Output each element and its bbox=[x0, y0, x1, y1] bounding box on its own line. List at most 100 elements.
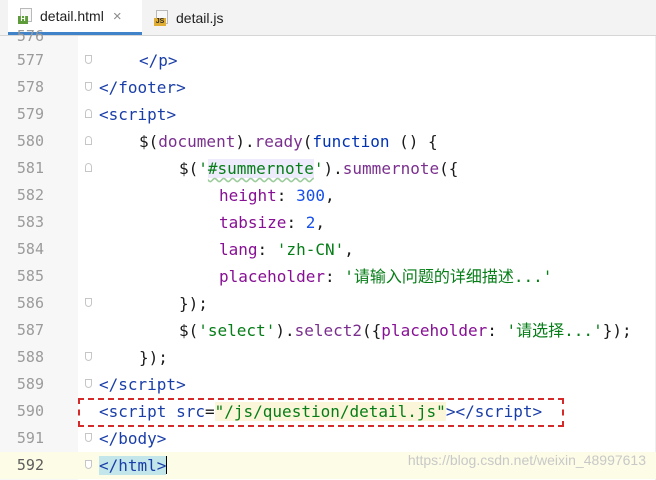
code-token: : bbox=[324, 267, 345, 286]
html-file-icon: H bbox=[18, 8, 34, 24]
code-token: "/js/question/detail.js" bbox=[214, 402, 446, 421]
line-number: 584 bbox=[16, 240, 44, 258]
code-token: placeholder bbox=[219, 267, 325, 286]
code-line[interactable]: 578 </footer> bbox=[0, 74, 656, 101]
fold-end-icon[interactable] bbox=[85, 352, 92, 361]
code-token: : bbox=[487, 321, 507, 340]
fold-start-icon[interactable] bbox=[85, 109, 92, 118]
tag-bracket: > bbox=[156, 456, 167, 475]
code-token: : bbox=[257, 240, 277, 259]
text-cursor bbox=[166, 456, 168, 474]
code-token: : bbox=[276, 186, 297, 205]
tag-bracket: </ bbox=[139, 51, 159, 70]
fold-end-icon[interactable] bbox=[85, 379, 92, 388]
tag-bracket: > bbox=[166, 105, 177, 124]
fold-end-icon[interactable] bbox=[85, 298, 92, 307]
code-token: src bbox=[176, 402, 205, 421]
code-token: $( bbox=[179, 159, 199, 178]
code-token: 300 bbox=[296, 186, 325, 205]
code-token: = bbox=[204, 402, 215, 421]
code-token: : bbox=[286, 213, 306, 232]
code-token: , bbox=[324, 186, 335, 205]
code-token: '请输入问题的详细描述...' bbox=[344, 267, 553, 286]
fold-end-icon[interactable] bbox=[85, 433, 92, 442]
tag-bracket: > bbox=[176, 78, 186, 97]
fold-end-icon[interactable] bbox=[85, 82, 92, 91]
code-line[interactable]: 583 tabsize: 2, bbox=[0, 209, 656, 236]
code-token: ' bbox=[198, 159, 208, 178]
code-token: () { bbox=[389, 132, 438, 151]
code-token: document bbox=[158, 132, 236, 151]
code-line[interactable]: 577 </p> bbox=[0, 47, 656, 74]
close-icon[interactable]: × bbox=[113, 8, 122, 25]
tag-bracket: > bbox=[167, 51, 178, 70]
tag-name: html bbox=[118, 456, 157, 475]
code-line[interactable]: 591 </body> bbox=[0, 425, 656, 452]
code-line[interactable]: 582 height: 300, bbox=[0, 182, 656, 209]
tag-name: footer bbox=[118, 78, 177, 97]
code-token: > bbox=[532, 402, 543, 421]
code-token: ). bbox=[323, 159, 343, 178]
code-token: ></ bbox=[445, 402, 475, 421]
line-number: 578 bbox=[16, 78, 44, 96]
code-token: < bbox=[99, 402, 109, 421]
tag-bracket: > bbox=[156, 429, 167, 448]
code-line[interactable]: 581 $('#summernote').summernote({ bbox=[0, 155, 656, 182]
code-token: ready bbox=[254, 132, 303, 151]
code-token: script bbox=[108, 402, 167, 421]
tag-name: body bbox=[118, 429, 157, 448]
code-line[interactable]: 589 </script> bbox=[0, 371, 656, 398]
fold-start-icon[interactable] bbox=[85, 136, 92, 145]
code-token: }); bbox=[602, 321, 632, 340]
code-token: $( bbox=[139, 132, 159, 151]
fold-end-icon[interactable] bbox=[85, 460, 92, 469]
tag-name: script bbox=[108, 105, 167, 124]
code-line[interactable]: 588 }); bbox=[0, 344, 656, 371]
code-token: #summernote bbox=[207, 159, 314, 178]
code-line[interactable]: 580 $(document).ready(function () { bbox=[0, 128, 656, 155]
code-line[interactable]: 585 placeholder: '请输入问题的详细描述...' bbox=[0, 263, 656, 290]
line-number: 581 bbox=[16, 159, 44, 177]
line-number: 590 bbox=[16, 402, 44, 420]
code-token: }); bbox=[179, 294, 208, 313]
code-token: height bbox=[219, 186, 277, 205]
code-line[interactable]: 590 <script src="/js/question/detail.js"… bbox=[0, 398, 656, 425]
code-token: ({ bbox=[439, 159, 459, 178]
code-line[interactable]: 579 <script> bbox=[0, 101, 656, 128]
line-number: 585 bbox=[16, 267, 44, 285]
fold-end-icon[interactable] bbox=[85, 55, 92, 64]
tag-bracket: < bbox=[99, 105, 109, 124]
line-number: 576 bbox=[16, 27, 44, 45]
code-token: lang bbox=[219, 240, 258, 259]
code-token: placeholder bbox=[381, 321, 488, 340]
code-token: ( bbox=[302, 132, 313, 151]
line-number: 587 bbox=[16, 321, 44, 339]
fold-start-icon[interactable] bbox=[85, 163, 92, 172]
line-number: 580 bbox=[16, 132, 44, 150]
code-token: '请选择...' bbox=[506, 321, 603, 340]
code-line[interactable]: 586 }); bbox=[0, 290, 656, 317]
code-line[interactable]: 587 $('select').select2({placeholder: '请… bbox=[0, 317, 656, 344]
code-token: 2 bbox=[305, 213, 316, 232]
tag-bracket: </ bbox=[99, 375, 119, 394]
tag-bracket: </ bbox=[99, 429, 119, 448]
code-token: }); bbox=[139, 348, 168, 367]
code-token: summernote bbox=[342, 159, 440, 178]
code-line[interactable]: 576 bbox=[0, 23, 656, 50]
code-token: 'zh-CN' bbox=[276, 240, 345, 259]
tag-bracket: </ bbox=[99, 78, 119, 97]
code-token: ({ bbox=[362, 321, 382, 340]
code-token: 'select' bbox=[198, 321, 276, 340]
code-token: $( bbox=[179, 321, 199, 340]
line-number: 579 bbox=[16, 105, 44, 123]
code-token: select2 bbox=[294, 321, 363, 340]
tag-name: p bbox=[158, 51, 168, 70]
code-token: script bbox=[474, 402, 533, 421]
line-number: 582 bbox=[16, 186, 44, 204]
tag-bracket: > bbox=[176, 375, 186, 394]
line-number: 591 bbox=[16, 429, 44, 447]
code-line[interactable]: 584 lang: 'zh-CN', bbox=[0, 236, 656, 263]
code-token: ' bbox=[313, 159, 324, 178]
code-token: function bbox=[312, 132, 390, 151]
